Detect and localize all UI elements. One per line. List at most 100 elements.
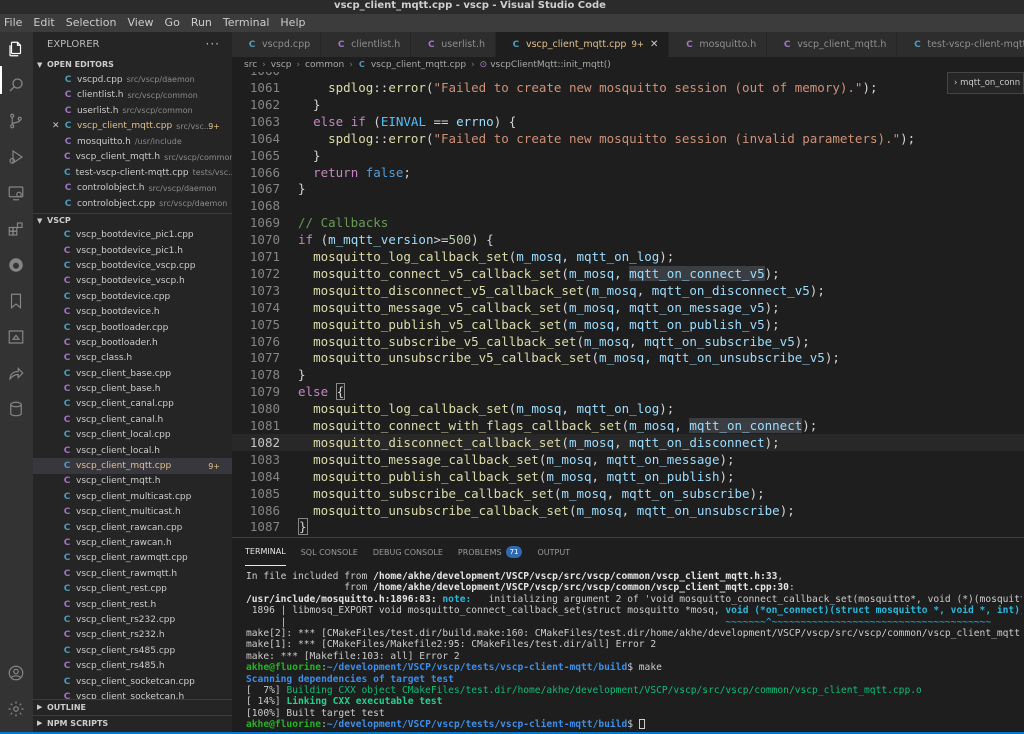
menu-help[interactable]: Help bbox=[280, 14, 305, 32]
file-tree-item[interactable]: Cvscp_class.h bbox=[33, 351, 232, 366]
editor-tab[interactable]: Ctest-vscp-client-mqtt.cpp bbox=[897, 32, 1024, 57]
code-editor[interactable]: 10601061 spdlog::error("Failed to create… bbox=[232, 72, 1024, 537]
terminal-output[interactable]: In file included from /home/akhe/develop… bbox=[246, 571, 1022, 730]
menu-edit[interactable]: Edit bbox=[33, 14, 54, 32]
open-editor-item[interactable]: Ctest-vscp-client-mqtt.cpp tests/vsc... bbox=[33, 165, 232, 181]
code-line[interactable]: 1081 mosquitto_connect_with_flags_callba… bbox=[232, 417, 1024, 434]
open-editor-item[interactable]: Cmosquitto.h/usr/include bbox=[33, 134, 232, 150]
explorer-icon[interactable] bbox=[7, 40, 25, 58]
code-line[interactable]: 1064 spdlog::error("Failed to create new… bbox=[232, 130, 1024, 147]
code-line[interactable]: 1085 mosquitto_subscribe_callback_set(m_… bbox=[232, 485, 1024, 502]
code-line[interactable]: 1082 mosquitto_disconnect_callback_set(m… bbox=[232, 433, 1024, 451]
menu-terminal[interactable]: Terminal bbox=[223, 14, 270, 32]
bookmarks-icon[interactable] bbox=[7, 292, 25, 310]
settings-gear-icon[interactable] bbox=[7, 700, 25, 718]
code-line[interactable]: 1061 spdlog::error("Failed to create new… bbox=[232, 79, 1024, 96]
open-editor-item[interactable]: Cuserlist.h src/vscp/common bbox=[33, 103, 232, 119]
database-icon[interactable] bbox=[7, 400, 25, 418]
code-line[interactable]: 1063 else if (EINVAL == errno) { bbox=[232, 113, 1024, 130]
file-tree-item[interactable]: Cvscp_bootdevice_pic1.cpp bbox=[33, 228, 232, 243]
code-line[interactable]: 1080 mosquitto_log_callback_set(m_mosq, … bbox=[232, 400, 1024, 417]
code-line[interactable]: 1073 mosquitto_disconnect_v5_callback_se… bbox=[232, 282, 1024, 299]
file-tree-item[interactable]: Cvscp_bootdevice_vscp.cpp bbox=[33, 258, 232, 273]
file-tree-item[interactable]: Cvscp_client_mqtt.h bbox=[33, 474, 232, 489]
file-tree-item[interactable]: Cvscp_client_rs232.cpp bbox=[33, 612, 232, 627]
editor-tab[interactable]: Cmosquitto.h bbox=[669, 32, 768, 57]
breadcrumb-segment[interactable]: src bbox=[244, 60, 257, 70]
source-control-icon[interactable] bbox=[7, 112, 25, 130]
file-tree-item[interactable]: Cvscp_client_rawcan.cpp bbox=[33, 520, 232, 535]
file-tree-item[interactable]: Cvscp_client_rest.cpp bbox=[33, 581, 232, 596]
sticky-scroll-widget[interactable]: › mqtt_on_conn bbox=[947, 72, 1024, 94]
file-tree-item[interactable]: Cvscp_client_local.cpp bbox=[33, 428, 232, 443]
search-icon[interactable] bbox=[7, 76, 25, 94]
project-header[interactable]: ▼ VSCP bbox=[33, 212, 232, 228]
breadcrumb-segment[interactable]: common bbox=[305, 60, 344, 70]
code-line[interactable]: 1075 mosquitto_publish_v5_callback_set(m… bbox=[232, 316, 1024, 333]
remote-explorer-icon[interactable] bbox=[7, 184, 25, 202]
npm-scripts-section[interactable]: ▶ NPM SCRIPTS bbox=[33, 715, 232, 730]
file-tree-item[interactable]: Cvscp_bootloader.h bbox=[33, 335, 232, 350]
panel-tab-problems[interactable]: PROBLEMS 71 bbox=[458, 538, 523, 566]
open-editor-item[interactable]: ✕ Cvscp_client_mqtt.cpp src/vsc... 9+ bbox=[33, 119, 232, 135]
open-editors-header[interactable]: ▼ OPEN EDITORS bbox=[33, 57, 232, 72]
close-tab-icon[interactable]: ✕ bbox=[650, 39, 658, 50]
code-line[interactable]: 1079 else { bbox=[232, 383, 1024, 401]
run-debug-icon[interactable] bbox=[7, 148, 25, 166]
panel-tab-sql-console[interactable]: SQL CONSOLE bbox=[301, 538, 358, 566]
open-editor-item[interactable]: Cvscp_client_mqtt.h src/vscp/common bbox=[33, 150, 232, 166]
code-line[interactable]: 1068 bbox=[232, 197, 1024, 214]
editor-tab[interactable]: Cvscpd.cpp bbox=[232, 32, 322, 57]
open-editor-item[interactable]: Cclientlist.h src/vscp/common bbox=[33, 88, 232, 104]
file-tree-item[interactable]: Cvscp_bootdevice_vscp.h bbox=[33, 274, 232, 289]
file-tree-item[interactable]: Cvscp_client_socketcan.cpp bbox=[33, 674, 232, 689]
menu-file[interactable]: File bbox=[4, 14, 22, 32]
file-tree-item[interactable]: Cvscp_client_mqtt.cpp 9+ bbox=[33, 458, 232, 474]
file-tree-item[interactable]: Cvscp_client_local.h bbox=[33, 443, 232, 458]
code-line[interactable]: 1077 mosquitto_unsubscribe_v5_callback_s… bbox=[232, 349, 1024, 366]
code-line[interactable]: 1071 mosquitto_log_callback_set(m_mosq, … bbox=[232, 248, 1024, 265]
testing-icon[interactable] bbox=[7, 328, 25, 346]
panel-tab-terminal[interactable]: TERMINAL bbox=[245, 538, 286, 566]
outline-section[interactable]: ▶ OUTLINE bbox=[33, 699, 232, 714]
more-actions-icon[interactable]: ··· bbox=[206, 37, 220, 51]
file-tree-item[interactable]: Cvscp_client_rest.h bbox=[33, 597, 232, 612]
file-tree-item[interactable]: Cvscp_client_rawmqtt.h bbox=[33, 566, 232, 581]
code-line[interactable]: 1087} bbox=[232, 518, 1024, 536]
code-line[interactable]: 1062 } bbox=[232, 96, 1024, 113]
editor-tab[interactable]: Cuserlist.h bbox=[411, 32, 496, 57]
file-tree-item[interactable]: Cvscp_bootdevice_pic1.h bbox=[33, 243, 232, 258]
code-line[interactable]: 1083 mosquitto_message_callback_set(m_mo… bbox=[232, 451, 1024, 468]
menu-selection[interactable]: Selection bbox=[66, 14, 117, 32]
github-icon[interactable] bbox=[7, 256, 25, 274]
live-share-icon[interactable] bbox=[7, 364, 25, 382]
file-tree-item[interactable]: Cvscp_bootloader.cpp bbox=[33, 320, 232, 335]
code-line[interactable]: 1067} bbox=[232, 180, 1024, 197]
code-line[interactable]: 1076 mosquitto_subscribe_v5_callback_set… bbox=[232, 333, 1024, 350]
file-tree-item[interactable]: Cvscp_client_base.cpp bbox=[33, 366, 232, 381]
code-line[interactable]: 1065 } bbox=[232, 147, 1024, 164]
file-tree-item[interactable]: Cvscp_client_rawcan.h bbox=[33, 535, 232, 550]
editor-tab[interactable]: Cvscp_client_mqtt.h bbox=[767, 32, 898, 57]
code-line[interactable]: 1060 bbox=[232, 72, 1024, 79]
breadcrumb-segment[interactable]: vscp_client_mqtt.cpp bbox=[371, 60, 466, 70]
open-editor-item[interactable]: Cvscpd.cpp src/vscp/daemon bbox=[33, 72, 232, 88]
editor-tab[interactable]: Cvscp_client_mqtt.cpp 9+ ✕ bbox=[495, 32, 670, 57]
file-tree-item[interactable]: Cvscp_client_rs232.h bbox=[33, 628, 232, 643]
close-icon[interactable]: ✕ bbox=[52, 121, 60, 131]
breadcrumb-segment[interactable]: vscp bbox=[271, 60, 292, 70]
code-line[interactable]: 1074 mosquitto_message_v5_callback_set(m… bbox=[232, 299, 1024, 316]
file-tree-item[interactable]: Cvscp_bootdevice.cpp bbox=[33, 289, 232, 304]
file-tree-item[interactable]: Cvscp_client_canal.h bbox=[33, 412, 232, 427]
breadcrumb-segment[interactable]: vscpClientMqtt::init_mqtt() bbox=[490, 60, 611, 70]
file-tree-item[interactable]: Cvscp_client_multicast.cpp bbox=[33, 489, 232, 504]
code-line[interactable]: 1070 if (m_mqtt_version>=500) { bbox=[232, 231, 1024, 248]
code-line[interactable]: 1069 // Callbacks bbox=[232, 214, 1024, 231]
open-editor-item[interactable]: Ccontrolobject.cpp src/vscp/daemon bbox=[33, 196, 232, 212]
panel-tab-debug-console[interactable]: DEBUG CONSOLE bbox=[373, 538, 443, 566]
code-line[interactable]: 1086 mosquitto_unsubscribe_callback_set(… bbox=[232, 502, 1024, 519]
code-line[interactable]: 1078} bbox=[232, 366, 1024, 383]
code-line[interactable]: 1072 mosquitto_connect_v5_callback_set(m… bbox=[232, 265, 1024, 282]
file-tree-item[interactable]: Cvscp_client_rs485.h bbox=[33, 658, 232, 673]
file-tree-item[interactable]: Cvscp_client_canal.cpp bbox=[33, 397, 232, 412]
